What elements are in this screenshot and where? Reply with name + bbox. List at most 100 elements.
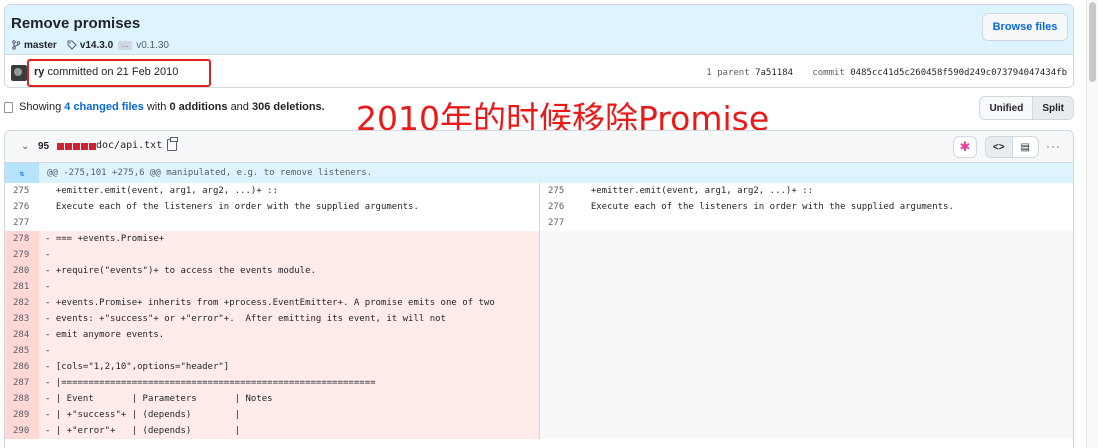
code-line: - === +events.Promise+ <box>39 231 539 247</box>
scroll-thumb[interactable] <box>1089 2 1096 82</box>
diffstat-bar <box>57 143 96 150</box>
diff-right-empty <box>539 391 1073 407</box>
diff-left-side: 280- +require("events")+ to access the e… <box>5 263 539 279</box>
diff-row: 282- +events.Promise+ inherits from +pro… <box>5 295 1073 311</box>
line-number[interactable]: 277 <box>5 215 39 231</box>
diff-right-empty <box>539 247 1073 263</box>
author-name[interactable]: ry <box>34 66 44 78</box>
changed-files-link[interactable]: 4 changed files <box>64 101 143 113</box>
line-number[interactable]: 290 <box>5 423 39 439</box>
hunk-header: ⇅ @@ -275,101 +275,6 @@ manipulated, e.g… <box>5 163 1073 183</box>
line-number[interactable]: 284 <box>5 327 39 343</box>
expand-icon[interactable]: ⇅ <box>5 163 39 183</box>
diff-right-empty <box>539 407 1073 423</box>
commit-sha: commit 0485cc41d5c260458f590d249c0737940… <box>812 68 1067 78</box>
file-diff-icon <box>4 101 13 113</box>
diff-row: 290- | +"error"+ | (depends) | <box>5 423 1073 439</box>
code-line: - +require("events")+ to access the even… <box>39 263 539 279</box>
diff-left-side: 282- +events.Promise+ inherits from +pro… <box>5 295 539 311</box>
chevron-down-icon[interactable]: ⌄ <box>21 141 29 152</box>
code-line: - events: +"success"+ or +"error"+. Afte… <box>39 311 539 327</box>
line-number[interactable]: 276 <box>5 199 39 215</box>
commit-date: committed on 21 Feb 2010 <box>47 66 179 78</box>
parent-label: 1 parent <box>706 68 750 78</box>
code-line: - <box>39 343 539 359</box>
more-options-icon[interactable]: ··· <box>1046 139 1061 153</box>
commit-header: Remove promises master v14.3.0 … v0.1.30… <box>4 4 1074 88</box>
file-header: ⌄ 95 doc/api.txt ✱ <> ▤ ··· <box>5 131 1073 163</box>
hunk-header-text: @@ -275,101 +275,6 @@ manipulated, e.g. … <box>47 168 373 178</box>
code-line: - | Event | Parameters | Notes <box>39 391 539 407</box>
diff-row: 275 +emitter.emit(event, arg1, arg2, ...… <box>5 183 1073 199</box>
more-tags-button[interactable]: … <box>118 40 133 50</box>
code-line: +emitter.emit(event, arg1, arg2, ...)+ :… <box>45 186 278 196</box>
diff-lines: 275 +emitter.emit(event, arg1, arg2, ...… <box>5 183 1073 439</box>
line-number[interactable]: 276 <box>540 199 574 215</box>
line-number[interactable]: 287 <box>5 375 39 391</box>
diff-row: 276 Execute each of the listeners in ord… <box>5 199 1073 215</box>
line-number[interactable]: 278 <box>5 231 39 247</box>
code-line: Execute each of the listeners in order w… <box>580 202 954 212</box>
line-number[interactable]: 275 <box>5 183 39 199</box>
diffstat-block <box>65 143 72 150</box>
copy-icon[interactable] <box>167 137 178 151</box>
code-line: - <box>39 247 539 263</box>
line-number[interactable]: 277 <box>540 215 574 231</box>
branch-name[interactable]: master <box>24 40 57 51</box>
diff-left-side: 287- |==================================… <box>5 375 539 391</box>
diff-view-toggle: Unified Split <box>979 96 1074 120</box>
diff-left-side: 278- === +events.Promise+ <box>5 231 539 247</box>
diff-right-side: 277 <box>539 215 1073 231</box>
diff-left-side: 289- | +"success"+ | (depends) | <box>5 407 539 423</box>
file-path-link[interactable]: doc/api.txt <box>96 140 162 151</box>
copilot-icon[interactable]: ✱ <box>953 136 977 158</box>
parent-info: 1 parent 7a51184 <box>706 68 793 78</box>
diff-right-empty <box>539 327 1073 343</box>
tag-name[interactable]: v14.3.0 <box>80 40 113 51</box>
diff-row: 279- <box>5 247 1073 263</box>
avatar[interactable] <box>11 65 27 81</box>
diff-row: 277 277 <box>5 215 1073 231</box>
commit-title: Remove promises <box>11 15 141 32</box>
split-view-button[interactable]: Split <box>1032 97 1073 119</box>
diff-left-side: 283- events: +"success"+ or +"error"+. A… <box>5 311 539 327</box>
line-number[interactable]: 281 <box>5 279 39 295</box>
code-line: Execute each of the listeners in order w… <box>45 202 419 212</box>
code-line: - | +"error"+ | (depends) | <box>39 423 539 439</box>
line-number[interactable]: 288 <box>5 391 39 407</box>
commit-refs: master v14.3.0 … v0.1.30 <box>11 38 169 52</box>
line-number[interactable]: 279 <box>5 247 39 263</box>
diff-right-empty <box>539 343 1073 359</box>
branch-icon <box>12 40 21 50</box>
diff-row: 286- [cols="1,2,10",options="header"] <box>5 359 1073 375</box>
page-scrollbar[interactable] <box>1086 0 1098 448</box>
diff-right-empty <box>539 359 1073 375</box>
parent-sha-link[interactable]: 7a51184 <box>755 68 793 78</box>
diffstat-block <box>57 143 64 150</box>
commit-author-bar: ry committed on 21 Feb 2010 1 parent 7a5… <box>5 56 1073 88</box>
unified-view-button[interactable]: Unified <box>980 97 1033 119</box>
diff-right-empty <box>539 231 1073 247</box>
tag-name-oldest[interactable]: v0.1.30 <box>136 40 169 51</box>
summary-with: with <box>146 101 167 113</box>
diff-left-side: 279- <box>5 247 539 263</box>
code-line: - +events.Promise+ inherits from +proces… <box>39 295 539 311</box>
line-number[interactable]: 283 <box>5 311 39 327</box>
diff-right-empty <box>539 311 1073 327</box>
diff-left-side: 286- [cols="1,2,10",options="header"] <box>5 359 539 375</box>
diff-left-side: 276 Execute each of the listeners in ord… <box>5 199 539 215</box>
code-line: - | +"success"+ | (depends) | <box>39 407 539 423</box>
line-number[interactable]: 286 <box>5 359 39 375</box>
source-diff-icon[interactable]: <> <box>986 137 1013 157</box>
commit-label: commit <box>812 68 845 78</box>
line-number[interactable]: 285 <box>5 343 39 359</box>
commit-title-bar: Remove promises master v14.3.0 … v0.1.30… <box>5 5 1073 55</box>
line-number[interactable]: 280 <box>5 263 39 279</box>
rich-diff-icon[interactable]: ▤ <box>1013 137 1039 157</box>
browse-files-button[interactable]: Browse files <box>982 13 1068 41</box>
line-number[interactable]: 282 <box>5 295 39 311</box>
line-number[interactable]: 275 <box>540 183 574 199</box>
diff-row: 285- <box>5 343 1073 359</box>
line-number[interactable]: 289 <box>5 407 39 423</box>
